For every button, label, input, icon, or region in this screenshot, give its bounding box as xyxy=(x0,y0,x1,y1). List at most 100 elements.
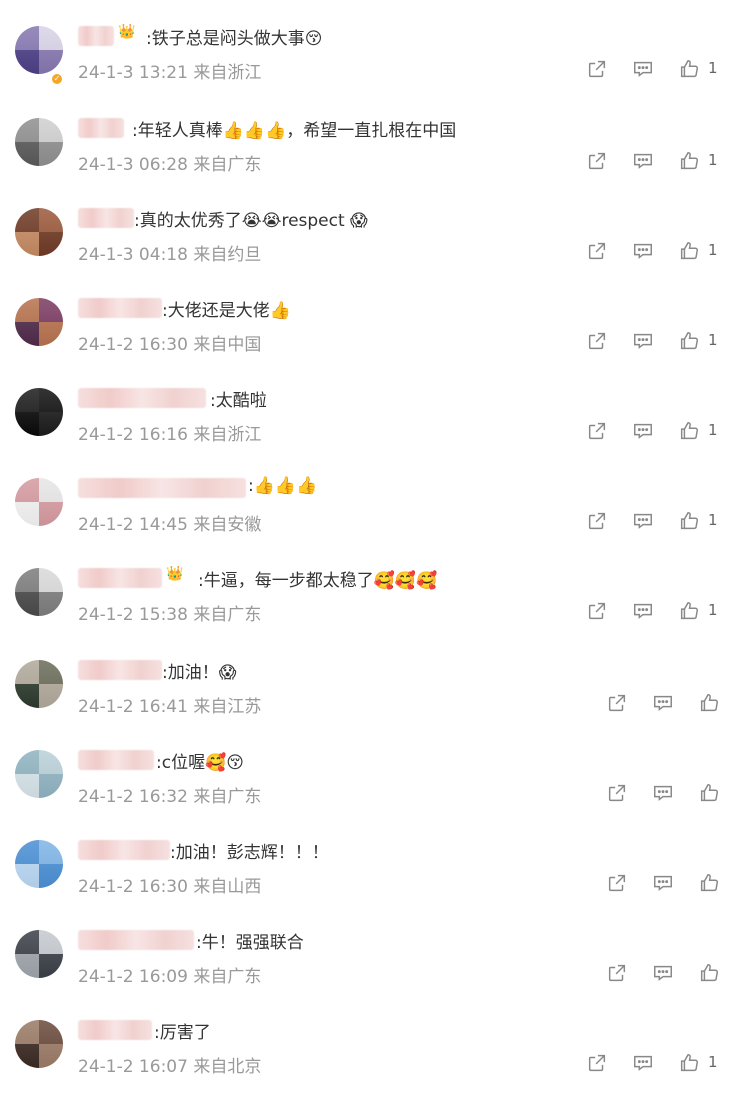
like-button[interactable] xyxy=(678,240,702,264)
comment-location: 来自广东 xyxy=(193,787,262,807)
reply-button[interactable] xyxy=(632,600,656,624)
avatar[interactable] xyxy=(15,298,63,346)
like-icon xyxy=(680,242,698,260)
avatar[interactable] xyxy=(15,660,63,708)
reply-icon xyxy=(654,875,672,891)
like-icon xyxy=(700,964,718,982)
reply-button[interactable] xyxy=(632,58,656,82)
username-blurred[interactable] xyxy=(78,840,170,860)
share-button[interactable] xyxy=(606,782,630,806)
comment-meta: 24-1-2 16:32 来自广东 xyxy=(78,782,261,807)
reply-button[interactable] xyxy=(652,962,676,986)
comment-actions: 1 xyxy=(586,600,726,624)
avatar[interactable] xyxy=(15,478,63,526)
reply-button[interactable] xyxy=(632,510,656,534)
comment-actions xyxy=(606,872,740,896)
username-blurred[interactable] xyxy=(78,388,206,408)
avatar-mosaic xyxy=(15,208,63,256)
username-blurred[interactable] xyxy=(78,208,134,228)
comment-location: 来自约旦 xyxy=(193,245,262,265)
comment-time: 24-1-3 06:28 xyxy=(78,155,188,175)
like-button[interactable] xyxy=(698,962,722,986)
username-blurred[interactable] xyxy=(78,930,194,950)
comment-time: 24-1-2 16:16 xyxy=(78,425,188,445)
like-button[interactable] xyxy=(678,58,702,82)
like-button[interactable] xyxy=(698,692,722,716)
username-blurred[interactable] xyxy=(78,660,162,680)
comment-actions xyxy=(606,782,740,806)
like-icon xyxy=(700,694,718,712)
like-button[interactable] xyxy=(678,420,702,444)
comment-location: 来自安徽 xyxy=(193,515,262,535)
avatar[interactable] xyxy=(15,840,63,888)
avatar-mosaic xyxy=(15,568,63,616)
share-button[interactable] xyxy=(586,330,610,354)
comment-time: 24-1-3 13:21 xyxy=(78,63,188,83)
username-blurred[interactable] xyxy=(78,568,162,588)
username-blurred[interactable] xyxy=(78,298,162,318)
avatar[interactable] xyxy=(15,568,63,616)
like-button[interactable] xyxy=(678,1052,702,1076)
share-button[interactable] xyxy=(586,150,610,174)
comment-item: 👑:牛逼，每一步都太稳了🥰🥰🥰 24-1-2 15:38 来自广东 1 xyxy=(0,562,740,652)
avatar[interactable] xyxy=(15,388,63,436)
username-blurred[interactable] xyxy=(78,1020,152,1040)
share-button[interactable] xyxy=(586,420,610,444)
reply-button[interactable] xyxy=(632,330,656,354)
avatar[interactable] xyxy=(15,1020,63,1068)
reply-button[interactable] xyxy=(652,692,676,716)
comment-actions: 1 xyxy=(586,1052,726,1076)
avatar[interactable] xyxy=(15,118,63,166)
like-button[interactable] xyxy=(678,600,702,624)
avatar-mosaic xyxy=(15,1020,63,1068)
username-blurred[interactable] xyxy=(78,750,154,770)
like-button[interactable] xyxy=(698,872,722,896)
avatar[interactable] xyxy=(15,750,63,798)
like-icon xyxy=(700,874,718,892)
username-blurred[interactable] xyxy=(78,478,246,498)
share-button[interactable] xyxy=(606,692,630,716)
share-button[interactable] xyxy=(606,962,630,986)
comment-item: ✓ 👑:铁子总是闷头做大事😚 24-1-3 13:21 来自浙江 1 xyxy=(0,20,740,110)
comment-item: :牛！强强联合 24-1-2 16:09 来自广东 xyxy=(0,924,740,1014)
reply-button[interactable] xyxy=(652,872,676,896)
comment-time: 24-1-2 16:41 xyxy=(78,697,188,717)
comment-meta: 24-1-2 14:45 来自安徽 xyxy=(78,510,261,535)
reply-button[interactable] xyxy=(632,1052,656,1076)
comment-meta: 24-1-2 16:30 来自中国 xyxy=(78,330,261,355)
username-blurred[interactable] xyxy=(78,26,114,46)
like-icon xyxy=(680,332,698,350)
avatar-mosaic xyxy=(15,26,63,74)
reply-button[interactable] xyxy=(632,240,656,264)
comment-meta: 24-1-2 16:16 来自浙江 xyxy=(78,420,261,445)
like-button[interactable] xyxy=(678,150,702,174)
comment-location: 来自江苏 xyxy=(193,697,262,717)
share-button[interactable] xyxy=(586,240,610,264)
avatar[interactable] xyxy=(15,26,63,74)
share-button[interactable] xyxy=(586,58,610,82)
share-icon xyxy=(588,152,606,170)
share-button[interactable] xyxy=(586,600,610,624)
comment-item: :大佬还是大佬👍 24-1-2 16:30 来自中国 1 xyxy=(0,292,740,382)
comment-item: :👍👍👍 24-1-2 14:45 来自安徽 1 xyxy=(0,472,740,562)
reply-icon xyxy=(634,243,652,259)
comment-location: 来自中国 xyxy=(193,335,262,355)
reply-button[interactable] xyxy=(652,782,676,806)
reply-icon xyxy=(634,423,652,439)
like-button[interactable] xyxy=(698,782,722,806)
share-button[interactable] xyxy=(586,510,610,534)
like-icon xyxy=(680,602,698,620)
share-button[interactable] xyxy=(606,872,630,896)
like-button[interactable] xyxy=(678,330,702,354)
reply-button[interactable] xyxy=(632,150,656,174)
avatar[interactable] xyxy=(15,208,63,256)
username-blurred[interactable] xyxy=(78,118,124,138)
share-button[interactable] xyxy=(586,1052,610,1076)
comment-location: 来自广东 xyxy=(193,605,262,625)
reply-icon xyxy=(634,603,652,619)
avatar[interactable] xyxy=(15,930,63,978)
comment-time: 24-1-2 16:07 xyxy=(78,1057,188,1077)
like-button[interactable] xyxy=(678,510,702,534)
comment-actions: 1 xyxy=(586,150,726,174)
reply-button[interactable] xyxy=(632,420,656,444)
